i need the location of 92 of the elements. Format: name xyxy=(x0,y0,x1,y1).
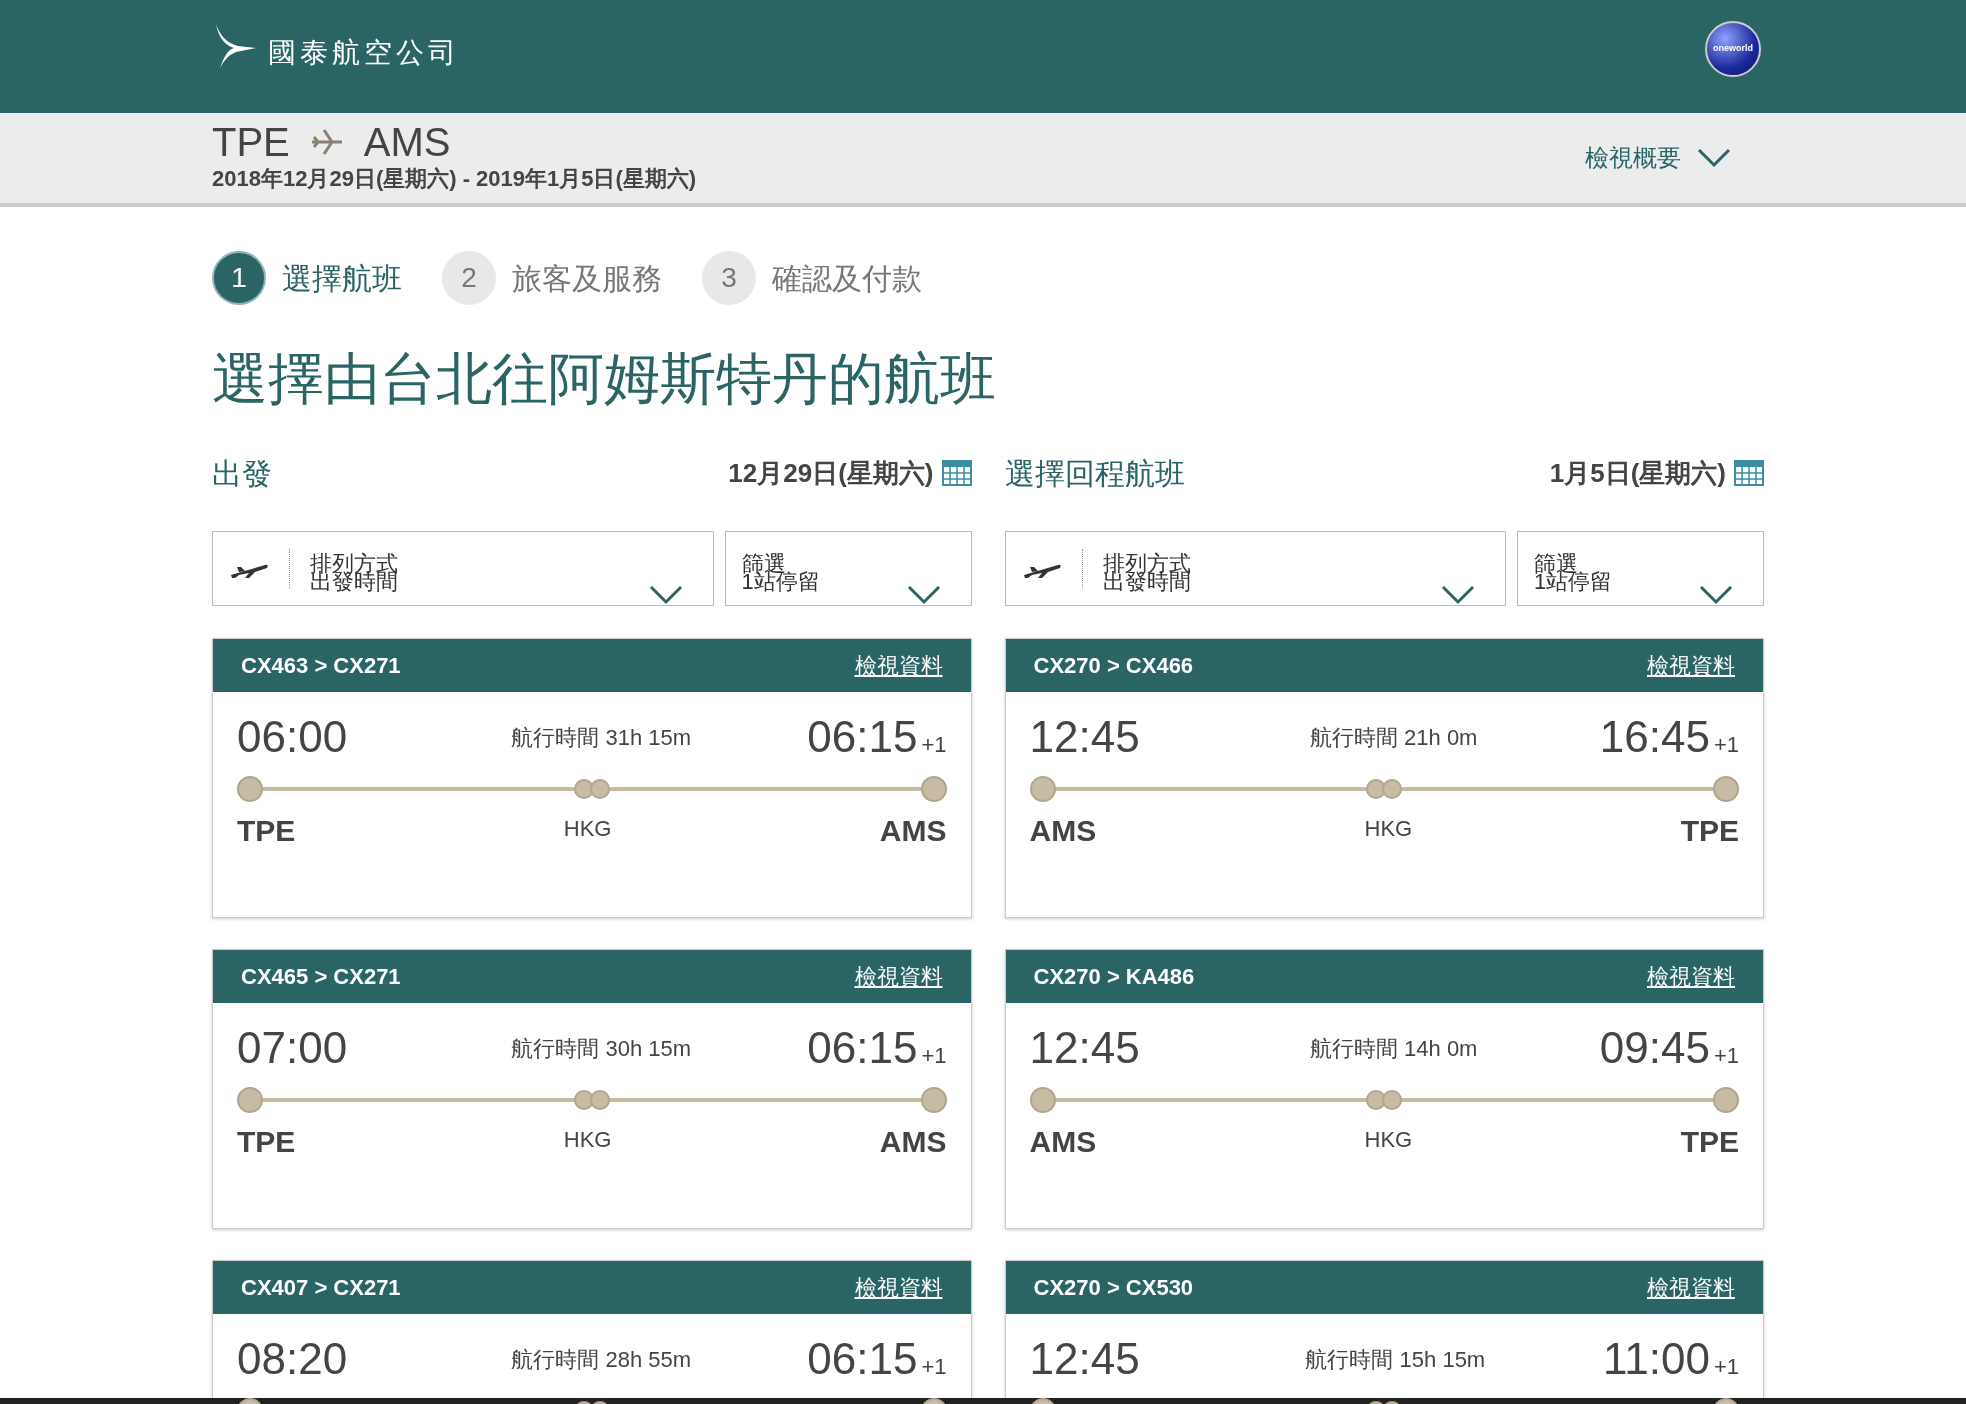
chevron-down-icon xyxy=(648,585,683,605)
flight-numbers: CX465 > CX271 xyxy=(241,963,401,991)
view-details-link[interactable]: 檢視資料 xyxy=(1647,960,1735,993)
flight-card[interactable]: CX407 > CX271 檢視資料 08:20 航行時間 28h 55m 06:15+1 xyxy=(212,1260,972,1404)
flight-card[interactable]: CX465 > CX271 檢視資料 07:00 航行時間 30h 15m 06:15+1 TPE HKG AMS xyxy=(212,949,972,1229)
flight-numbers: CX407 > CX271 xyxy=(241,1274,401,1302)
stopover-dots-icon xyxy=(573,1090,610,1110)
view-details-link[interactable]: 檢視資料 xyxy=(1647,1271,1735,1304)
calendar-icon[interactable] xyxy=(1734,460,1764,486)
arrival-time: 09:45 xyxy=(1599,1022,1710,1074)
flight-duration: 航行時間 15h 15m xyxy=(1305,1345,1486,1374)
trip-dates: 2018年12月29日(星期六) - 2019年1月5日(星期六) xyxy=(212,164,697,193)
stopover-airport: HKG xyxy=(1364,815,1413,843)
departure-time: 08:20 xyxy=(237,1333,348,1385)
flight-numbers: CX270 > KA486 xyxy=(1033,963,1195,991)
filter-dropdown[interactable]: 篩選 1站停留 xyxy=(724,531,972,606)
stopover-dots-icon xyxy=(573,779,610,799)
origin-code: TPE xyxy=(212,121,290,162)
flight-card[interactable]: CX463 > CX271 檢視資料 06:00 航行時間 31h 15m 06:15+1 TPE HKG AMS xyxy=(212,638,972,918)
alliance-badge: oneworld xyxy=(1705,20,1761,77)
dropdown-value: 出發時間 xyxy=(1102,572,1191,591)
step-label: 選擇航班 xyxy=(282,260,402,297)
stopover-airport: HKG xyxy=(563,1126,612,1154)
flight-card[interactable]: CX270 > CX530 檢視資料 12:45 航行時間 15h 15m 11:00+1 xyxy=(1004,1260,1764,1404)
departure-time: 12:45 xyxy=(1029,1333,1140,1385)
destination-airport: AMS xyxy=(879,1124,947,1160)
flight-duration: 航行時間 21h 0m xyxy=(1309,723,1478,752)
origin-airport: TPE xyxy=(237,813,296,849)
selected-date: 12月29日(星期六) xyxy=(728,456,934,490)
flight-duration: 航行時間 28h 55m xyxy=(511,1345,692,1374)
view-details-link[interactable]: 檢視資料 xyxy=(854,960,943,993)
flight-duration: 航行時間 14h 0m xyxy=(1309,1034,1478,1063)
selected-date: 1月5日(星期六) xyxy=(1549,456,1726,490)
departure-time: 12:45 xyxy=(1029,711,1140,763)
origin-airport: AMS xyxy=(1029,1124,1097,1160)
calendar-icon[interactable] xyxy=(941,460,972,486)
departure-time: 06:00 xyxy=(237,711,348,763)
day-offset: +1 xyxy=(921,1353,947,1381)
airline-name: 國泰航空公司 xyxy=(268,35,460,70)
flight-numbers: CX463 > CX271 xyxy=(241,652,401,680)
day-offset: +1 xyxy=(1713,1042,1739,1070)
view-details-link[interactable]: 檢視資料 xyxy=(1647,649,1735,682)
step-number: 3 xyxy=(702,251,756,305)
step-number: 2 xyxy=(442,251,496,305)
flight-card[interactable]: CX270 > KA486 檢視資料 12:45 航行時間 14h 0m 09:45+1 AMS HKG TPE xyxy=(1004,949,1764,1229)
arrival-time: 06:15 xyxy=(807,1333,918,1385)
step-number: 1 xyxy=(212,251,266,305)
dropdown-label: 篩選 xyxy=(741,554,786,573)
chevron-down-icon xyxy=(1697,148,1731,168)
flight-numbers: CX270 > CX466 xyxy=(1033,652,1194,680)
page-title: 選擇由台北往阿姆斯特丹的航班 xyxy=(212,346,997,412)
arrival-time: 06:15 xyxy=(807,711,918,763)
flight-numbers: CX270 > CX530 xyxy=(1033,1274,1194,1302)
view-details-link[interactable]: 檢視資料 xyxy=(854,1271,943,1304)
stopover-airport: HKG xyxy=(563,815,612,843)
step-label: 確認及付款 xyxy=(772,260,922,297)
day-offset: +1 xyxy=(1713,731,1739,759)
flight-duration: 航行時間 31h 15m xyxy=(511,723,692,752)
day-offset: +1 xyxy=(921,1042,947,1070)
origin-airport: AMS xyxy=(1029,813,1097,849)
dropdown-value: 出發時間 xyxy=(310,572,398,591)
destination-code: AMS xyxy=(363,121,451,162)
arrival-time: 11:00 xyxy=(1603,1333,1710,1385)
departure-time: 07:00 xyxy=(237,1022,348,1074)
stopover-dots-icon xyxy=(1366,1090,1403,1110)
arrival-time: 06:15 xyxy=(807,1022,918,1074)
chevron-down-icon xyxy=(906,585,941,605)
step-label: 旅客及服務 xyxy=(512,260,662,297)
destination-airport: AMS xyxy=(879,813,947,849)
day-offset: +1 xyxy=(1713,1353,1739,1381)
sort-dropdown[interactable]: 排列方式 出發時間 xyxy=(1004,531,1506,606)
sort-dropdown[interactable]: 排列方式 出發時間 xyxy=(212,531,714,606)
destination-airport: TPE xyxy=(1680,1124,1739,1160)
filter-dropdown[interactable]: 篩選 1站停留 xyxy=(1517,531,1764,606)
section-heading: 選擇回程航班 xyxy=(1004,455,1185,492)
dropdown-label: 篩選 xyxy=(1534,554,1578,573)
destination-airport: TPE xyxy=(1680,813,1739,849)
chevron-down-icon xyxy=(1699,585,1733,605)
flight-card[interactable]: CX270 > CX466 檢視資料 12:45 航行時間 21h 0m 16:45+1 AMS HKG TPE xyxy=(1004,638,1764,918)
stopover-dots-icon xyxy=(1366,779,1403,799)
view-details-link[interactable]: 檢視資料 xyxy=(854,649,943,682)
arrival-time: 16:45 xyxy=(1599,711,1710,763)
origin-airport: TPE xyxy=(237,1124,296,1160)
day-offset: +1 xyxy=(921,731,947,759)
section-heading: 出發 xyxy=(212,455,272,492)
dropdown-label: 排列方式 xyxy=(1102,554,1191,573)
departure-time: 12:45 xyxy=(1029,1022,1140,1074)
view-summary-button[interactable]: 檢視概要 xyxy=(1585,140,1731,176)
flight-duration: 航行時間 30h 15m xyxy=(511,1034,692,1063)
dropdown-label: 排列方式 xyxy=(310,554,398,573)
chevron-down-icon xyxy=(1441,585,1475,605)
stopover-airport: HKG xyxy=(1364,1126,1413,1154)
